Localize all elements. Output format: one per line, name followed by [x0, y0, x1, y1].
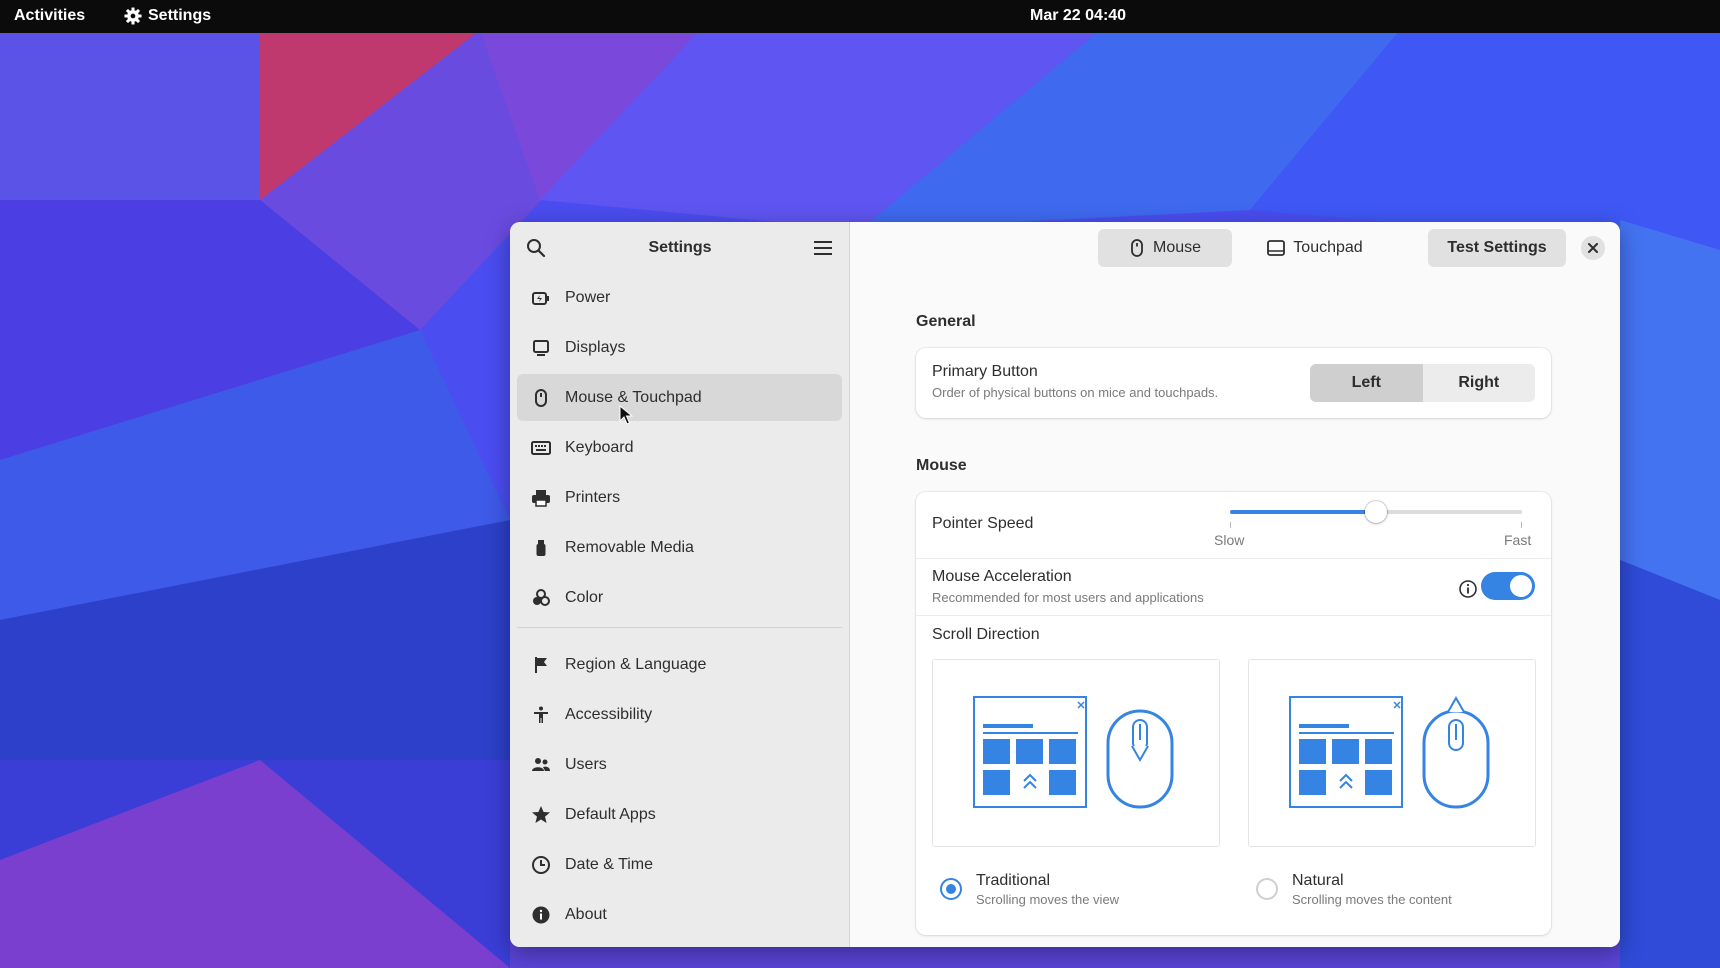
- header-bar: Mouse Touchpad Test Settings: [850, 222, 1620, 274]
- sidebar-item-region-language[interactable]: Region & Language: [517, 641, 842, 688]
- sidebar-header: Settings: [510, 222, 849, 274]
- main-menu-button[interactable]: [813, 239, 833, 262]
- mouse-icon: [531, 388, 551, 408]
- primary-button-toggle: Left Right: [1310, 364, 1535, 402]
- mouse-icon: [1131, 239, 1143, 257]
- app-menu[interactable]: Settings: [124, 7, 211, 25]
- natural-sublabel: Scrolling moves the content: [1292, 892, 1452, 907]
- mouse-acceleration-switch[interactable]: [1481, 572, 1535, 600]
- pointer-speed-slider[interactable]: [1230, 501, 1522, 523]
- sidebar-item-label: Power: [565, 288, 611, 306]
- printer-icon: [531, 488, 551, 508]
- accessibility-icon: [531, 705, 551, 725]
- test-settings-button[interactable]: Test Settings: [1428, 229, 1566, 267]
- natural-radio[interactable]: [1256, 878, 1278, 900]
- sidebar-item-printers[interactable]: Printers: [517, 474, 842, 521]
- traditional-illustration[interactable]: [932, 659, 1220, 847]
- slider-handle[interactable]: [1365, 501, 1387, 523]
- sidebar-item-label: Keyboard: [565, 438, 634, 456]
- primary-button-subtitle: Order of physical buttons on mice and to…: [932, 385, 1219, 400]
- switch-knob: [1510, 575, 1532, 597]
- slider-fast-label: Fast: [1504, 532, 1532, 548]
- traditional-label: Traditional: [976, 872, 1051, 889]
- star-icon: [531, 805, 551, 825]
- sidebar-item-label: Mouse & Touchpad: [565, 388, 702, 406]
- app-name: Settings: [148, 7, 212, 24]
- sidebar-item-displays[interactable]: Displays: [517, 324, 842, 371]
- mouse-pointer-icon: [619, 405, 633, 425]
- clock-icon: [531, 855, 551, 875]
- sidebar-item-mouse-touchpad[interactable]: Mouse & Touchpad: [517, 374, 842, 421]
- natural-illustration[interactable]: [1248, 659, 1536, 847]
- sidebar-item-label: Accessibility: [565, 705, 653, 723]
- sidebar-item-date-time[interactable]: Date & Time: [517, 841, 842, 888]
- slider-slow-label: Slow: [1214, 532, 1245, 548]
- display-icon: [531, 338, 551, 358]
- scroll-direction-title: Scroll Direction: [932, 626, 1040, 643]
- sidebar-item-label: Color: [565, 588, 604, 606]
- keyboard-icon: [531, 438, 551, 458]
- sidebar-item-label: Date & Time: [565, 855, 654, 873]
- color-icon: [531, 588, 551, 608]
- row-divider: [916, 615, 1551, 616]
- power-icon: [531, 288, 551, 308]
- sidebar-title: Settings: [648, 239, 712, 256]
- content-pane: Mouse Touchpad Test Settings General Pri…: [850, 222, 1620, 947]
- sidebar-item-keyboard[interactable]: Keyboard: [517, 424, 842, 471]
- scroll-traditional-illustration: [973, 696, 1174, 809]
- mouse-section-title: Mouse: [916, 457, 967, 474]
- primary-left-button[interactable]: Left: [1310, 364, 1423, 402]
- sidebar: Settings Power Displays Mouse & Touchpad…: [510, 222, 850, 947]
- touchpad-icon: [1267, 240, 1286, 256]
- gear-icon: [124, 7, 142, 25]
- close-icon: [1588, 243, 1598, 253]
- users-icon: [531, 755, 551, 775]
- tab-label: Touchpad: [1293, 239, 1363, 256]
- scroll-natural-illustration: [1289, 695, 1490, 809]
- sidebar-item-accessibility[interactable]: Accessibility: [517, 691, 842, 738]
- pointer-speed-title: Pointer Speed: [932, 515, 1034, 532]
- sidebar-item-power[interactable]: Power: [517, 274, 842, 321]
- slider-tick-fast: [1521, 522, 1522, 528]
- general-section-title: General: [916, 313, 976, 330]
- close-button[interactable]: [1581, 236, 1605, 260]
- sidebar-item-label: Removable Media: [565, 538, 694, 556]
- slider-tick-slow: [1230, 522, 1231, 528]
- sidebar-item-label: About: [565, 905, 607, 923]
- sidebar-separator: [517, 627, 842, 628]
- hamburger-icon: [814, 241, 832, 255]
- sidebar-item-removable-media[interactable]: Removable Media: [517, 524, 842, 571]
- sidebar-item-label: Region & Language: [565, 655, 707, 673]
- sidebar-item-label: Displays: [565, 338, 626, 356]
- sidebar-item-color[interactable]: Color: [517, 574, 842, 621]
- sidebar-item-label: Printers: [565, 488, 621, 506]
- traditional-sublabel: Scrolling moves the view: [976, 892, 1120, 907]
- sidebar-item-users[interactable]: Users: [517, 741, 842, 788]
- primary-right-button[interactable]: Right: [1423, 364, 1536, 402]
- sidebar-item-about[interactable]: About: [517, 891, 842, 938]
- info-icon: [531, 905, 551, 925]
- sidebar-item-default-apps[interactable]: Default Apps: [517, 791, 842, 838]
- flag-icon: [531, 655, 551, 675]
- primary-button-card: Primary Button Order of physical buttons…: [916, 348, 1551, 418]
- tab-mouse[interactable]: Mouse: [1098, 229, 1232, 267]
- primary-button-title: Primary Button: [932, 363, 1038, 380]
- activities-button[interactable]: Activities: [14, 7, 85, 25]
- sidebar-nav: Power Displays Mouse & Touchpad Keyboard: [510, 274, 849, 621]
- settings-window: Settings Power Displays Mouse & Touchpad…: [510, 222, 1620, 947]
- clock[interactable]: Mar 22 04:40: [1030, 7, 1126, 25]
- sidebar-item-label: Default Apps: [565, 805, 656, 823]
- mouse-card: Pointer Speed Slow Fast Mouse Accelerati…: [916, 492, 1551, 935]
- sidebar-item-label: Users: [565, 755, 607, 773]
- usb-icon: [531, 538, 551, 558]
- tab-label: Mouse: [1152, 239, 1202, 256]
- natural-label: Natural: [1292, 872, 1344, 889]
- top-bar: Activities Settings Mar 22 04:40: [0, 0, 1720, 33]
- traditional-radio[interactable]: [940, 878, 962, 900]
- slider-fill: [1230, 510, 1376, 514]
- sidebar-nav-secondary: Region & Language Accessibility Users De…: [510, 641, 849, 938]
- tab-touchpad[interactable]: Touchpad: [1240, 229, 1390, 267]
